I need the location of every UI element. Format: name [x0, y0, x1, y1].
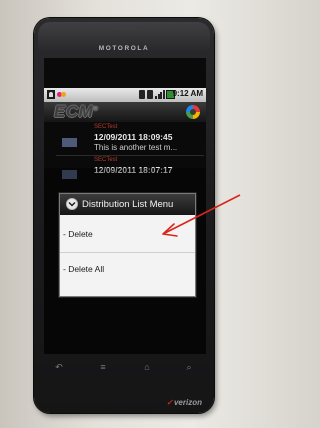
back-icon[interactable]: ↶ — [54, 362, 64, 372]
app-logo-text: ECM — [54, 102, 94, 121]
signal-icon — [155, 90, 165, 99]
menu-item-label: - Delete All — [63, 264, 105, 274]
search-icon[interactable]: ⌕ — [184, 362, 194, 372]
menu-divider — [60, 252, 195, 253]
app-logo: ECM® — [54, 102, 98, 122]
phone-icon — [147, 90, 153, 99]
dialog-title-bar: Distribution List Menu — [60, 194, 195, 215]
distribution-list-menu-dialog: Distribution List Menu - Delete - Delete… — [59, 193, 196, 297]
status-time: 9:12 AM — [172, 89, 203, 98]
home-icon[interactable]: ⌂ — [142, 362, 152, 372]
menu-item-delete[interactable]: - Delete — [60, 219, 195, 249]
softkey-bar: ↶ ≡ ⌂ ⌕ — [44, 354, 206, 380]
contact-icon — [47, 90, 55, 99]
phone-screen: 9:12 AM ECM® SECTest 12/09/2011 18:09:45… — [44, 58, 206, 354]
app-status-icon[interactable] — [186, 105, 200, 119]
phone-device: MOTOROLA 9:12 AM ECM® SECTest 12/09/2011… — [34, 18, 214, 413]
app-header: ECM® — [44, 102, 206, 122]
bluetooth-icon — [139, 90, 145, 99]
dialog-title: Distribution List Menu — [82, 199, 174, 210]
message-icon — [62, 138, 77, 147]
menu-item-delete-all[interactable]: - Delete All — [60, 254, 195, 284]
menu-icon[interactable]: ≡ — [98, 362, 108, 372]
list-divider — [56, 155, 204, 156]
menu-item-label: - Delete — [63, 229, 93, 239]
earpiece-speaker — [114, 26, 138, 30]
brand-label: MOTOROLA — [98, 45, 150, 52]
message-date: 12/09/2011 18:09:45 — [94, 132, 173, 142]
message-sender: SECTest — [94, 124, 118, 130]
menu-chevron-icon — [66, 198, 78, 210]
status-bar: 9:12 AM — [44, 88, 206, 102]
message-preview: This is another test m... — [94, 143, 178, 152]
carrier-logo: verizon — [166, 398, 202, 407]
app-notification-icon — [57, 90, 66, 99]
message-sender: SECTest — [94, 157, 118, 163]
app-logo-mark: ® — [93, 106, 99, 113]
